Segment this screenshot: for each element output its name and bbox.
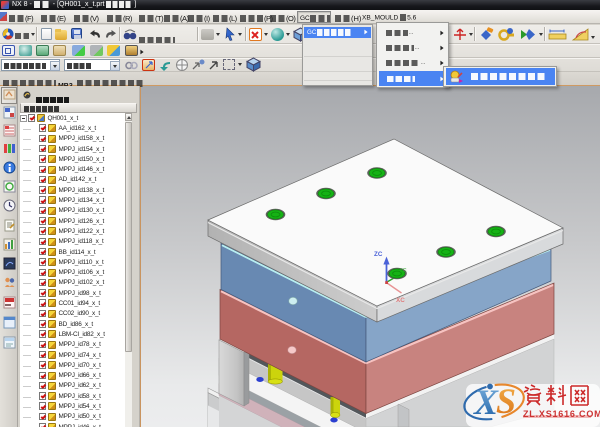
svg-text:YC: YC [399,268,407,274]
svg-text:ZC: ZC [374,251,383,258]
svg-text:S: S [496,381,516,421]
svg-text:ZL.XS1616.COM: ZL.XS1616.COM [523,409,600,419]
svg-text:XC: XC [396,297,405,304]
